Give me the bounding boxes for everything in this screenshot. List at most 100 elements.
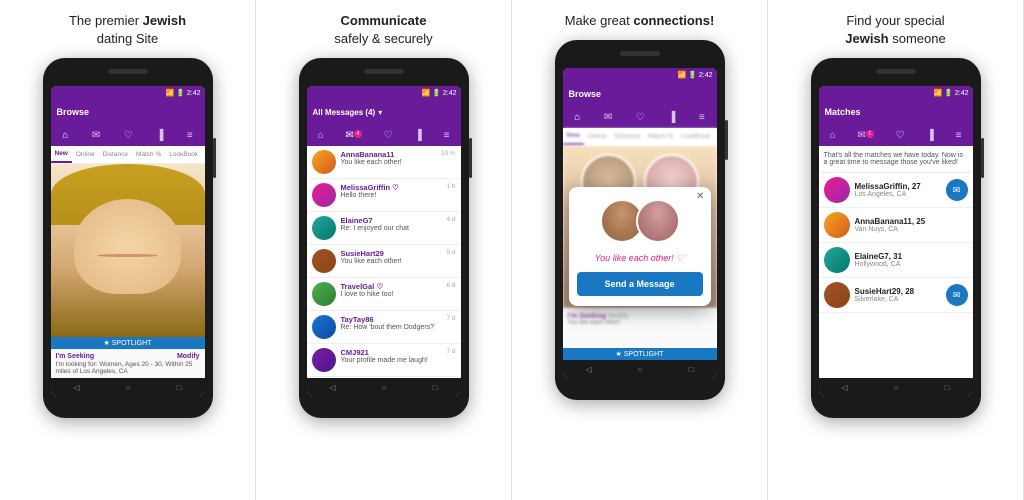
seeking-modify[interactable]: Modify <box>177 353 200 360</box>
msg-name-5: TayTay86 <box>341 315 442 324</box>
message-btn-3[interactable]: ✉ <box>946 284 968 306</box>
tab3-new[interactable]: New <box>563 128 584 145</box>
msg-text-5: Re: How 'bout them Dodgers? <box>341 324 442 331</box>
tab-online[interactable]: Online <box>72 146 99 163</box>
match-item-3[interactable]: SusieHart29, 28 Silverlake, CA ✉ <box>819 278 973 313</box>
nav-title-4: Matches <box>825 107 967 117</box>
chart-icon-1[interactable]: ▐ <box>156 130 163 141</box>
recent-btn-2[interactable]: □ <box>433 383 438 392</box>
home-icon-3[interactable]: ⌂ <box>574 112 580 123</box>
tab3-online[interactable]: Online <box>584 128 611 145</box>
msg-name-4: TravelGal ♡ <box>341 282 442 291</box>
close-icon[interactable]: ✕ <box>696 191 704 202</box>
message-btn-0[interactable]: ✉ <box>946 179 968 201</box>
home-icon-1[interactable]: ⌂ <box>62 130 68 141</box>
heart-icon-4[interactable]: ♡ <box>896 130 905 141</box>
match-item-0[interactable]: MelissaGriffin, 27 Los Angeles, CA ✉ <box>819 173 973 208</box>
match-item-name-2: ElaineG7, 31 <box>855 252 941 261</box>
home-icon-2[interactable]: ⌂ <box>317 130 323 141</box>
recent-btn-1[interactable]: □ <box>177 383 182 392</box>
msg-item-6[interactable]: CMJ921 Your profile made me laugh! 7 d <box>307 344 461 377</box>
match-item-1[interactable]: AnnaBanana11, 25 Van Nuys, CA <box>819 208 973 243</box>
envelope-icon-4[interactable]: ✉1 <box>857 130 873 141</box>
msg-text-2: Re: I enjoyed our chat <box>341 225 442 232</box>
tab-match[interactable]: Match % <box>132 146 165 163</box>
spotlight-bar-3[interactable]: ★ SPOTLIGHT <box>563 348 717 360</box>
menu-icon-4[interactable]: ≡ <box>956 130 962 141</box>
section-connections: Make great connections! 📶 🔋 2:42 Browse … <box>512 0 768 500</box>
nav-bar-1: Browse <box>51 100 205 124</box>
msg-item-4[interactable]: TravelGal ♡ I love to hike too! 6 d <box>307 278 461 311</box>
phone-connections: 📶 🔋 2:42 Browse ⌂ ✉ ♡ ▐ ≡ New Online Dis… <box>555 40 725 400</box>
heart-icon-3[interactable]: ♡ <box>636 112 645 123</box>
home-btn-4[interactable]: ○ <box>894 383 899 392</box>
msg-item-0[interactable]: AnnaBanana11 You like each other! 10 m <box>307 146 461 179</box>
msg-name-1: MelissaGriffin ♡ <box>341 183 442 192</box>
status-icons-4: 📶 🔋 2:42 <box>934 89 969 97</box>
tab-bar-3: New Online Distance Match % LookBook <box>563 128 717 146</box>
bottom-nav-3[interactable]: ⌂ ✉ ♡ ▐ ≡ <box>563 106 717 128</box>
msg-item-5[interactable]: TayTay86 Re: How 'bout them Dodgers? 7 d <box>307 311 461 344</box>
heart-icon-2[interactable]: ♡ <box>384 130 393 141</box>
msg-avatar-2 <box>312 216 336 240</box>
msg-avatar-0 <box>312 150 336 174</box>
send-message-button[interactable]: Send a Message <box>577 272 703 296</box>
msg-time-6: 7 d <box>446 348 455 355</box>
phone-bottom-nav-1: ◁ ○ □ <box>51 378 205 396</box>
bottom-nav-4[interactable]: ⌂ ✉1 ♡ ▐ ≡ <box>819 124 973 146</box>
tab3-distance[interactable]: Distance <box>611 128 644 145</box>
menu-icon-1[interactable]: ≡ <box>187 130 193 141</box>
tab-distance[interactable]: Distance <box>99 146 132 163</box>
match-item-loc-2: Hollywood, CA <box>855 261 941 268</box>
match-avatar-2 <box>824 247 850 273</box>
home-btn-3[interactable]: ○ <box>638 365 643 374</box>
home-btn-2[interactable]: ○ <box>382 383 387 392</box>
recent-btn-3[interactable]: □ <box>689 365 694 374</box>
menu-icon-3[interactable]: ≡ <box>699 112 705 123</box>
phone-find: 📶 🔋 2:42 Matches ⌂ ✉1 ♡ ▐ ≡ That's all t… <box>811 58 981 418</box>
chart-icon-3[interactable]: ▐ <box>668 112 675 123</box>
match-item-name-0: MelissaGriffin, 27 <box>855 182 941 191</box>
tab3-match[interactable]: Match % <box>644 128 677 145</box>
msg-time-3: 5 d <box>446 249 455 256</box>
menu-icon-2[interactable]: ≡ <box>444 130 450 141</box>
back-btn-1[interactable]: ◁ <box>74 383 80 392</box>
match-item-loc-1: Van Nuys, CA <box>855 226 941 233</box>
seeking-bar: I'm Seeking Modify I'm looking for: Wome… <box>51 349 205 378</box>
recent-btn-4[interactable]: □ <box>945 383 950 392</box>
heart-icon-1[interactable]: ♡ <box>124 130 133 141</box>
phone-bottom-nav-3: ◁ ○ □ <box>563 360 717 378</box>
back-btn-3[interactable]: ◁ <box>586 365 592 374</box>
msg-content-3: SusieHart29 You like each other! <box>341 249 442 265</box>
tab3-lookbook[interactable]: LookBook <box>677 128 714 145</box>
msg-avatar-4 <box>312 282 336 306</box>
match-item-2[interactable]: ElaineG7, 31 Hollywood, CA <box>819 243 973 278</box>
msg-item-2[interactable]: ElaineG7 Re: I enjoyed our chat 4 d <box>307 212 461 245</box>
bottom-nav-2[interactable]: ⌂ ✉4 ♡ ▐ ≡ <box>307 124 461 146</box>
spotlight-bar[interactable]: ★ SPOTLIGHT <box>51 337 205 349</box>
section-find: Find your specialJewish someone 📶 🔋 2:42… <box>768 0 1024 500</box>
tab-new[interactable]: New <box>51 146 72 163</box>
back-btn-2[interactable]: ◁ <box>330 383 336 392</box>
home-btn-1[interactable]: ○ <box>126 383 131 392</box>
seeking-text: I'm looking for: Women, Ages 20 - 30, Wi… <box>56 361 200 375</box>
msg-item-1[interactable]: MelissaGriffin ♡ Hello there! 1 h <box>307 179 461 212</box>
phone-messages: 📶 🔋 2:42 All Messages (4) ▾ ⌂ ✉4 ♡ ▐ ≡ A… <box>299 58 469 418</box>
envelope-icon-2[interactable]: ✉4 <box>345 130 361 141</box>
home-icon-4[interactable]: ⌂ <box>829 130 835 141</box>
nav-bar-3: Browse <box>563 82 717 106</box>
envelope-icon-3[interactable]: ✉ <box>604 112 612 123</box>
match-photos <box>569 187 711 249</box>
bottom-nav-1[interactable]: ⌂ ✉ ♡ ▐ ≡ <box>51 124 205 146</box>
msg-name-3: SusieHart29 <box>341 249 442 258</box>
tab-lookbook[interactable]: LookBook <box>165 146 202 163</box>
msg-item-3[interactable]: SusieHart29 You like each other! 5 d <box>307 245 461 278</box>
nav-bar-4: Matches <box>819 100 973 124</box>
msg-content-4: TravelGal ♡ I love to hike too! <box>341 282 442 298</box>
chart-icon-2[interactable]: ▐ <box>415 130 422 141</box>
tab-bar-1: New Online Distance Match % LookBook <box>51 146 205 164</box>
back-btn-4[interactable]: ◁ <box>842 383 848 392</box>
envelope-icon-1[interactable]: ✉ <box>92 130 100 141</box>
chart-icon-4[interactable]: ▐ <box>927 130 934 141</box>
status-bar-1: 📶 🔋 2:42 <box>51 86 205 100</box>
